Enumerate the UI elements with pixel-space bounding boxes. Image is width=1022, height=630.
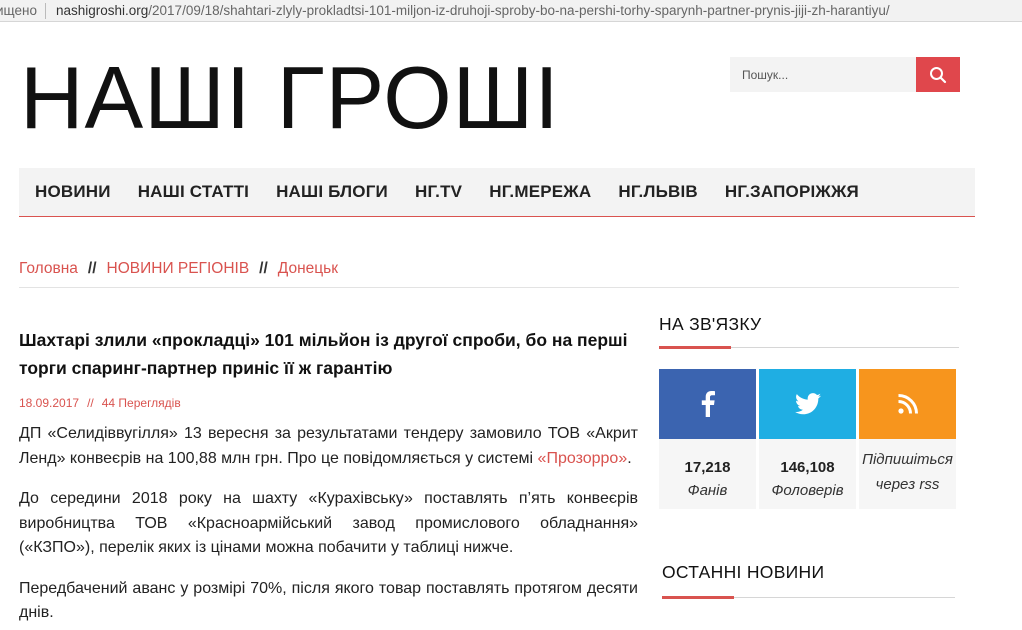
nav-item-news[interactable]: НОВИНИ xyxy=(35,182,111,202)
sidebar-contact-title: НА ЗВ'ЯЗКУ xyxy=(659,314,762,334)
article-date[interactable]: 18.09.2017 xyxy=(19,396,79,410)
article-paragraph: ДП «Селидіввугілля» 13 вересня за резуль… xyxy=(19,422,638,471)
browser-address-bar[interactable]: ищено nashigroshi.org/2017/09/18/shahtar… xyxy=(0,0,1022,22)
nav-item-ng-network[interactable]: НГ.МЕРЕЖА xyxy=(489,182,591,202)
rss-subscribe[interactable]: Підпишіться через rss xyxy=(859,369,956,509)
article-paragraph: Передбачений аванс у розмірі 70%, після … xyxy=(19,579,638,622)
twitter-count: 146,108 xyxy=(780,459,835,476)
nav-item-our-blogs[interactable]: НАШІ БЛОГИ xyxy=(276,182,388,202)
title-accent xyxy=(662,596,734,599)
site-logo[interactable]: НАШІ ГРОШІ xyxy=(20,48,560,148)
rss-label-line1: Підпишіться xyxy=(862,451,953,468)
nav-item-ng-tv[interactable]: НГ.TV xyxy=(415,182,462,202)
search-input[interactable] xyxy=(730,57,916,92)
search-icon xyxy=(930,66,947,83)
breadcrumb-section[interactable]: НОВИНИ РЕГІОНІВ xyxy=(107,260,250,277)
main-navigation: НОВИНИ НАШІ СТАТТІ НАШІ БЛОГИ НГ.TV НГ.М… xyxy=(19,168,975,217)
twitter-counter[interactable]: 146,108 Фоловерів xyxy=(759,369,856,509)
sidebar-title-rule xyxy=(659,346,959,349)
url-host: nashigroshi.org xyxy=(55,3,149,18)
article-title: Шахтарі злили «прокладці» 101 мільйон із… xyxy=(19,330,628,378)
twitter-label: Фоловерів xyxy=(771,482,844,499)
nav-item-ng-lviv[interactable]: НГ.ЛЬВІВ xyxy=(618,182,698,202)
facebook-label: Фанів xyxy=(687,482,728,499)
breadcrumb: Головна // НОВИНИ РЕГІОНІВ // Донецьк xyxy=(19,260,959,288)
rss-stats: Підпишіться через rss xyxy=(859,439,956,509)
facebook-tile[interactable] xyxy=(659,369,756,439)
search-button[interactable] xyxy=(916,57,960,92)
sidebar-title-rule xyxy=(662,596,955,599)
url-text[interactable]: nashigroshi.org/2017/09/18/shahtari-zlyl… xyxy=(56,3,890,18)
article-meta: 18.09.2017 // 44 Переглядів xyxy=(19,396,638,410)
breadcrumb-region[interactable]: Донецьк xyxy=(278,260,338,277)
twitter-icon xyxy=(794,393,821,415)
nav-item-ng-zaporizhzhia[interactable]: НГ.ЗАПОРІЖЖЯ xyxy=(725,182,859,202)
article: Шахтарі злили «прокладці» 101 мільйон із… xyxy=(19,326,638,626)
article-paragraph: До середини 2018 року на шахту «Курахівс… xyxy=(19,490,638,556)
paragraph-text: . xyxy=(627,449,632,467)
search-form xyxy=(730,57,960,92)
meta-separator: // xyxy=(87,396,94,410)
facebook-icon xyxy=(701,391,715,417)
secure-label: ищено xyxy=(0,3,37,18)
twitter-stats: 146,108 Фоловерів xyxy=(759,439,856,509)
facebook-count: 17,218 xyxy=(684,459,731,476)
rss-icon xyxy=(897,394,918,414)
prozorro-link[interactable]: «Прозорро» xyxy=(538,450,628,467)
address-divider xyxy=(44,2,46,19)
facebook-stats: 17,218 Фанів xyxy=(659,439,756,509)
breadcrumb-separator: // xyxy=(259,260,268,277)
rss-tile[interactable] xyxy=(859,369,956,439)
sidebar-latest-title: ОСТАННІ НОВИНИ xyxy=(662,562,825,582)
social-counters: 17,218 Фанів 146,108 Фоловерів Підпишіть… xyxy=(659,369,956,509)
nav-item-our-articles[interactable]: НАШІ СТАТТІ xyxy=(138,182,249,202)
article-views: 44 Переглядів xyxy=(101,396,181,410)
breadcrumb-separator: // xyxy=(87,260,97,277)
facebook-counter[interactable]: 17,218 Фанів xyxy=(659,369,756,509)
rss-label-line2: через rss xyxy=(875,476,940,493)
title-accent xyxy=(659,346,731,349)
twitter-tile[interactable] xyxy=(759,369,856,439)
breadcrumb-home[interactable]: Головна xyxy=(19,260,78,277)
url-path: /2017/09/18/shahtari-zlyly-prokladtsi-10… xyxy=(148,3,890,18)
